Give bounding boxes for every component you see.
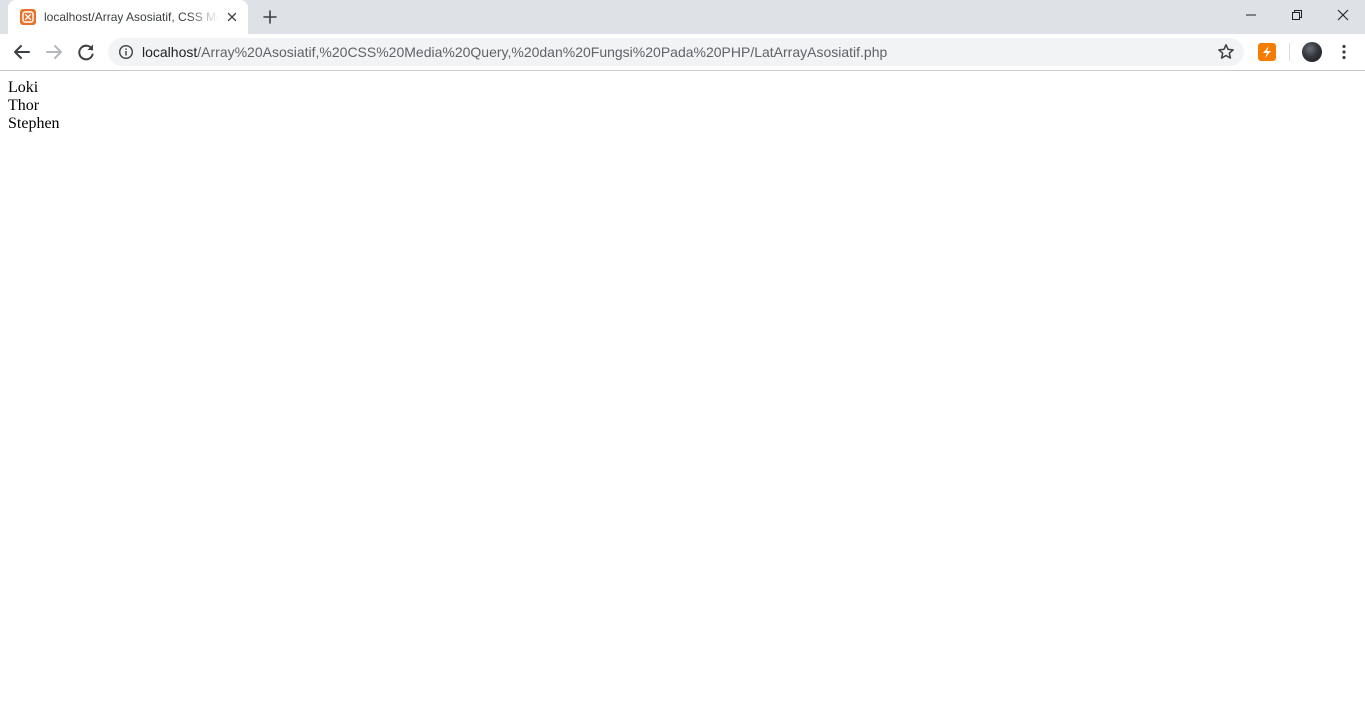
back-arrow-icon[interactable] [10,40,34,64]
reload-icon[interactable] [74,40,98,64]
profile-avatar[interactable] [1302,42,1322,62]
address-bar[interactable]: localhost/Array%20Asosiatif,%20CSS%20Med… [108,38,1244,66]
tab-title: localhost/Array Asosiatif, CSS Media Que… [44,10,219,24]
window-restore-icon[interactable] [1274,0,1320,30]
tab-close-icon[interactable] [224,9,240,25]
name-item-loki: Loki [8,79,39,96]
url-path: /Array%20Asosiatif,%20CSS%20Media%20Quer… [197,44,888,60]
new-tab-plus-icon[interactable] [260,7,280,27]
kebab-menu-icon[interactable] [1334,42,1354,62]
name-item-thor: Thor [8,97,40,114]
window-close-icon[interactable] [1320,0,1365,30]
forward-arrow-icon[interactable] [42,40,66,64]
window-minimize-icon[interactable] [1228,0,1274,30]
info-icon[interactable] [118,44,134,60]
toolbar-divider [1289,43,1290,61]
extension-icon[interactable] [1258,43,1276,61]
browser-toolbar: localhost/Array%20Asosiatif,%20CSS%20Med… [0,34,1365,71]
name-list: Loki Thor Stephen [8,79,60,133]
url-host: localhost [142,44,198,60]
xampp-favicon-icon [20,9,36,25]
browser-tab[interactable]: localhost/Array Asosiatif, CSS Media Que… [8,0,248,34]
page-content: Loki Thor Stephen [0,72,1365,726]
name-item-stephen: Stephen [8,115,60,132]
bookmark-star-icon[interactable] [1217,43,1235,61]
tab-strip: localhost/Array Asosiatif, CSS Media Que… [0,0,1365,34]
url-text[interactable]: localhost/Array%20Asosiatif,%20CSS%20Med… [142,44,887,60]
